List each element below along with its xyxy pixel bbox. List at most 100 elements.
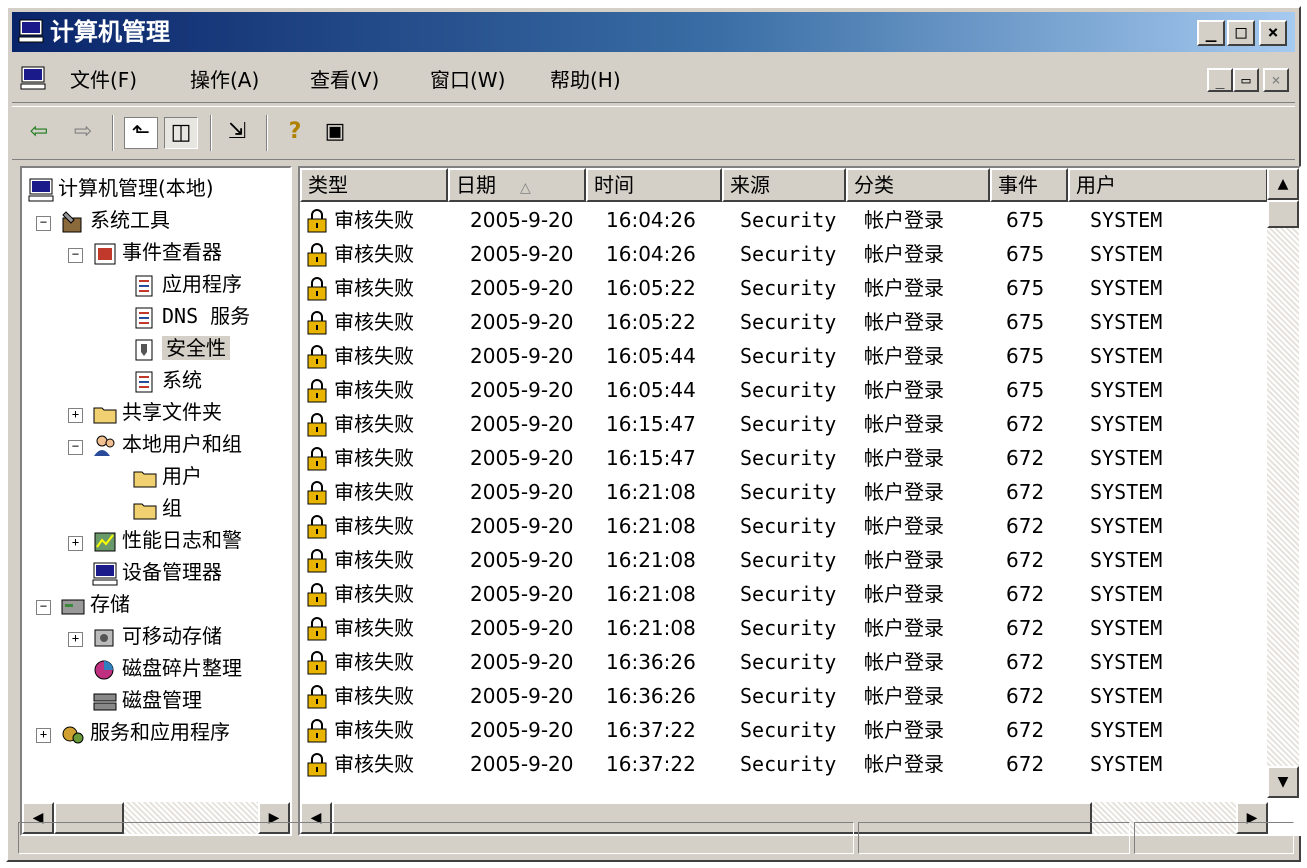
cell-event: 672: [1006, 446, 1045, 470]
table-row[interactable]: 审核失败 2005-9-20 16:05:44 Security 帐户登录 675 SYST…: [300, 340, 1270, 372]
table-row[interactable]: 审核失败 2005-9-20 16:36:26 Security 帐户登录 672 SYST…: [300, 680, 1270, 712]
menu-window[interactable]: 窗口(W): [430, 68, 505, 92]
tree-label: 共享文件夹: [122, 400, 222, 424]
column-header-time[interactable]: 时间: [586, 168, 722, 202]
mdi-restore-button[interactable]: ▭: [1233, 68, 1259, 92]
cell-date: 2005-9-20: [470, 446, 574, 470]
cell-source: Security: [740, 480, 837, 504]
cell-date: 2005-9-20: [470, 616, 574, 640]
cell-time: 16:05:44: [606, 378, 696, 402]
column-header-event[interactable]: 事件: [990, 168, 1068, 202]
tree-label: 系统: [162, 368, 202, 392]
menu-view[interactable]: 查看(V): [310, 68, 379, 92]
tree-item-groups[interactable]: 组: [132, 492, 182, 524]
computer-icon: [28, 178, 54, 201]
cell-type: 审核失败: [334, 650, 414, 674]
tree-item-disk-management[interactable]: 磁盘管理: [92, 684, 202, 716]
scroll-up-button[interactable]: ▲: [1267, 168, 1299, 200]
table-row[interactable]: 审核失败 2005-9-20 16:05:44 Security 帐户登录 675 SYST…: [300, 374, 1270, 406]
audit-failure-lock-icon: [307, 209, 327, 233]
collapse-toggle[interactable]: −: [68, 248, 83, 263]
show-hide-tree-icon[interactable]: ◫: [164, 117, 198, 149]
tree-item-local-users[interactable]: 本地用户和组: [92, 428, 242, 460]
expand-toggle[interactable]: +: [68, 536, 83, 551]
table-row[interactable]: 审核失败 2005-9-20 16:37:22 Security 帐户登录 672 SYST…: [300, 748, 1270, 780]
computer-icon[interactable]: [20, 66, 46, 90]
collapse-toggle[interactable]: −: [68, 440, 83, 455]
table-row[interactable]: 审核失败 2005-9-20 16:21:08 Security 帐户登录 672 SYST…: [300, 544, 1270, 576]
properties-icon[interactable]: ▣: [318, 117, 352, 149]
expand-toggle[interactable]: +: [36, 728, 51, 743]
up-folder-icon[interactable]: ⬑: [124, 117, 158, 149]
back-icon[interactable]: ⇦: [22, 117, 56, 149]
table-row[interactable]: 审核失败 2005-9-20 16:05:22 Security 帐户登录 675 SYST…: [300, 272, 1270, 304]
vertical-scrollbar[interactable]: ▲ ▼: [1267, 168, 1299, 798]
table-row[interactable]: 审核失败 2005-9-20 16:04:26 Security 帐户登录 675 SYST…: [300, 204, 1270, 236]
tree-item-users[interactable]: 用户: [132, 460, 202, 492]
scroll-thumb[interactable]: [1267, 200, 1299, 228]
status-panel-main: [18, 822, 854, 854]
table-row[interactable]: 审核失败 2005-9-20 16:15:47 Security 帐户登录 672 SYST…: [300, 408, 1270, 440]
tree-item-security-log[interactable]: 安全性: [132, 332, 230, 364]
cell-source: Security: [740, 208, 837, 232]
table-row[interactable]: 审核失败 2005-9-20 16:21:08 Security 帐户登录 672 SYST…: [300, 578, 1270, 610]
table-row[interactable]: 审核失败 2005-9-20 16:04:26 Security 帐户登录 675 SYST…: [300, 238, 1270, 270]
tree-item-services-apps[interactable]: 服务和应用程序: [60, 716, 230, 748]
expand-toggle[interactable]: +: [68, 408, 83, 423]
table-row[interactable]: 审核失败 2005-9-20 16:21:08 Security 帐户登录 672 SYST…: [300, 476, 1270, 508]
tree-item-system-log[interactable]: 系统: [132, 364, 202, 396]
tree-item-storage[interactable]: 存储: [60, 588, 130, 620]
table-row[interactable]: 审核失败 2005-9-20 16:37:22 Security 帐户登录 672 SYST…: [300, 714, 1270, 746]
collapse-toggle[interactable]: −: [36, 600, 51, 615]
column-header-user[interactable]: 用户: [1068, 168, 1268, 202]
tree-item-event-viewer[interactable]: 事件查看器: [92, 236, 222, 268]
help-icon[interactable]: ?: [278, 117, 312, 149]
tree-item-shared-folders[interactable]: 共享文件夹: [92, 396, 222, 428]
minimize-button[interactable]: _: [1197, 20, 1225, 46]
tree-item-device-manager[interactable]: 设备管理器: [92, 556, 222, 588]
close-button[interactable]: ×: [1259, 20, 1287, 46]
title-bar[interactable]: 计算机管理 _ □ ×: [12, 12, 1295, 52]
cell-date: 2005-9-20: [470, 752, 574, 776]
disk-management-icon: [93, 693, 117, 710]
audit-failure-lock-icon: [307, 413, 327, 437]
cell-source: Security: [740, 616, 837, 640]
export-list-icon[interactable]: ⇲: [220, 117, 254, 149]
column-header-category[interactable]: 分类: [846, 168, 990, 202]
toolbar-separator: [210, 115, 212, 151]
tree-item-disk-defragmenter[interactable]: 磁盘碎片整理: [92, 652, 242, 684]
table-row[interactable]: 审核失败 2005-9-20 16:21:08 Security 帐户登录 672 SYST…: [300, 612, 1270, 644]
column-header-source[interactable]: 来源: [722, 168, 846, 202]
cell-event: 675: [1006, 344, 1045, 368]
cell-source: Security: [740, 378, 837, 402]
maximize-button[interactable]: □: [1227, 20, 1255, 46]
expand-toggle[interactable]: +: [68, 632, 83, 647]
menu-file[interactable]: 文件(F): [70, 68, 137, 92]
table-row[interactable]: 审核失败 2005-9-20 16:05:22 Security 帐户登录 675 SYST…: [300, 306, 1270, 338]
tree-item-performance-logs[interactable]: 性能日志和警: [92, 524, 242, 556]
column-header-date[interactable]: 日期 △: [448, 168, 586, 202]
device-manager-icon: [92, 562, 118, 585]
column-header-type[interactable]: 类型: [300, 168, 448, 202]
table-row[interactable]: 审核失败 2005-9-20 16:15:47 Security 帐户登录 672 SYST…: [300, 442, 1270, 474]
mdi-minimize-button[interactable]: _: [1207, 68, 1233, 92]
tree-label: 应用程序: [162, 272, 242, 296]
cell-user: SYSTEM: [1090, 208, 1163, 232]
cell-source: Security: [740, 310, 837, 334]
menu-action[interactable]: 操作(A): [190, 68, 259, 92]
scroll-down-button[interactable]: ▼: [1267, 766, 1299, 798]
forward-icon[interactable]: ⇨: [66, 117, 100, 149]
tree-item-dns-log[interactable]: DNS 服务: [132, 300, 250, 332]
tree-item-removable-storage[interactable]: 可移动存储: [92, 620, 222, 652]
tree-item-root[interactable]: 计算机管理(本地): [28, 172, 214, 204]
cell-time: 16:21:08: [606, 480, 696, 504]
tree-label: 事件查看器: [122, 240, 222, 264]
cell-category: 帐户登录: [864, 548, 944, 572]
tree-item-application-log[interactable]: 应用程序: [132, 268, 242, 300]
menu-help[interactable]: 帮助(H): [550, 68, 621, 92]
mdi-close-button[interactable]: ×: [1263, 68, 1289, 92]
table-row[interactable]: 审核失败 2005-9-20 16:36:26 Security 帐户登录 672 SYST…: [300, 646, 1270, 678]
collapse-toggle[interactable]: −: [36, 216, 51, 231]
table-row[interactable]: 审核失败 2005-9-20 16:21:08 Security 帐户登录 672 SYST…: [300, 510, 1270, 542]
tree-item-system-tools[interactable]: 系统工具: [60, 204, 170, 236]
